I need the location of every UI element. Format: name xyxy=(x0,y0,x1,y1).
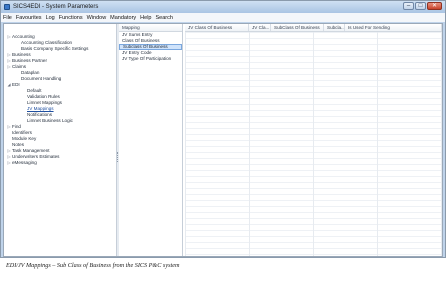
window-controls: – □ ✕ xyxy=(403,2,442,10)
grid-header: JV Class Of Business JV Cla... SubClass Of… xyxy=(185,24,442,32)
mapping-list: JV Sums Entry Class Of Business Subclass O… xyxy=(119,32,182,62)
menu-search[interactable]: Search xyxy=(155,14,172,22)
menu-bar: File Favourites Log Functions Window Man… xyxy=(1,13,445,22)
grid-column-header[interactable]: Is Used For Sending xyxy=(345,24,442,31)
grid-column-header[interactable]: SubClass Of Business xyxy=(271,24,324,31)
close-button[interactable]: ✕ xyxy=(427,2,442,10)
grid-column-header[interactable]: JV Class Of Business xyxy=(185,24,249,31)
window-title: SICS4EDI - System Parameters xyxy=(13,4,99,10)
tree-item-label: EDI xyxy=(12,82,20,87)
menu-window[interactable]: Window xyxy=(87,14,107,22)
mapping-panel: Mapping JV Sums Entry Class Of Business Su… xyxy=(119,24,183,256)
data-grid: JV Class Of Business JV Cla... SubClass Of… xyxy=(185,24,442,256)
figure-caption: EDI/JV Mappings – Sub Class of Business … xyxy=(6,262,180,269)
mapping-header[interactable]: Mapping xyxy=(119,24,182,32)
tree-item-label: Basis Company Specific Settings xyxy=(21,46,89,51)
title-bar[interactable]: SICS4EDI - System Parameters – □ ✕ xyxy=(1,1,445,13)
minimize-button[interactable]: – xyxy=(403,2,414,10)
menu-mandatory[interactable]: Mandatory xyxy=(110,14,136,22)
maximize-button[interactable]: □ xyxy=(415,2,426,10)
tree-item-label: Document Handling xyxy=(21,76,62,81)
grid-column-header[interactable]: Subcla... xyxy=(324,24,345,31)
app-window: SICS4EDI - System Parameters – □ ✕ File … xyxy=(0,0,446,258)
app-icon xyxy=(4,4,10,10)
menu-file[interactable]: File xyxy=(3,14,12,22)
menu-log[interactable]: Log xyxy=(46,14,55,22)
grid-body[interactable] xyxy=(185,32,442,256)
tree-item-label: Limnet Business Logic xyxy=(27,118,73,123)
menu-favourites[interactable]: Favourites xyxy=(16,14,42,22)
grid-column-header[interactable]: JV Cla... xyxy=(249,24,271,31)
tree-item-label: eMessaging xyxy=(12,160,37,165)
menu-help[interactable]: Help xyxy=(140,14,151,22)
navigation-tree: ▷ Accounting Accounting Classification Basi… xyxy=(4,24,117,256)
main-content: ▷ Accounting Accounting Classification Basi… xyxy=(3,23,443,257)
menu-functions[interactable]: Functions xyxy=(59,14,83,22)
tree-item[interactable]: ▷ eMessaging xyxy=(4,160,116,166)
mapping-item[interactable]: JV Type Of Participation xyxy=(119,56,182,62)
